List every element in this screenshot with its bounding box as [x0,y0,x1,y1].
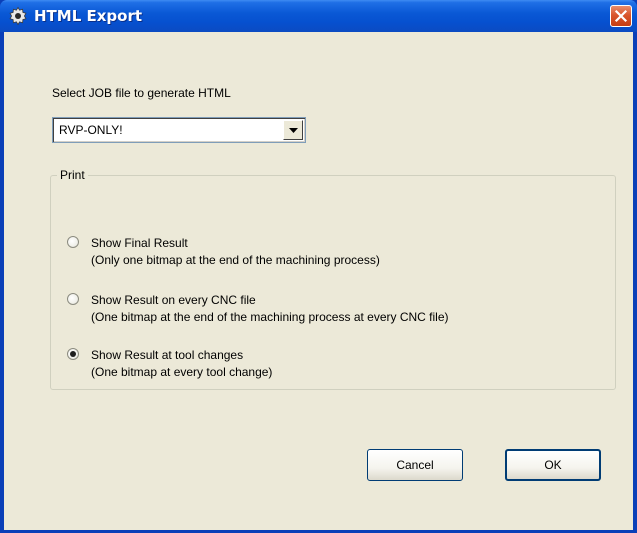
option-label[interactable]: Show Final Result [91,235,188,251]
print-group-label: Print [57,168,88,182]
print-groupbox: Print Show Final Result (Only one bitmap… [50,168,616,390]
close-icon [614,9,628,23]
close-button[interactable] [610,5,632,27]
radio-final-result[interactable] [67,236,79,248]
cancel-button[interactable]: Cancel [367,449,463,481]
dropdown-button[interactable] [283,120,303,140]
job-file-dropdown[interactable]: RVP-ONLY! [52,117,306,143]
option-description: (One bitmap at the end of the machining … [91,310,449,324]
job-select-label: Select JOB file to generate HTML [52,86,231,100]
window-title: HTML Export [34,7,143,25]
job-file-selected-value: RVP-ONLY! [59,123,123,137]
title-bar[interactable]: HTML Export [0,0,637,32]
radio-tool-changes[interactable] [67,348,79,360]
radio-every-cnc-file[interactable] [67,293,79,305]
html-export-dialog: HTML Export Select JOB file to generate … [0,0,637,533]
gear-icon [8,6,28,26]
option-description: (Only one bitmap at the end of the machi… [91,253,380,267]
option-label[interactable]: Show Result at tool changes [91,347,243,363]
option-description: (One bitmap at every tool change) [91,365,273,379]
chevron-down-icon [289,128,298,133]
option-label[interactable]: Show Result on every CNC file [91,292,256,308]
ok-button[interactable]: OK [505,449,601,481]
